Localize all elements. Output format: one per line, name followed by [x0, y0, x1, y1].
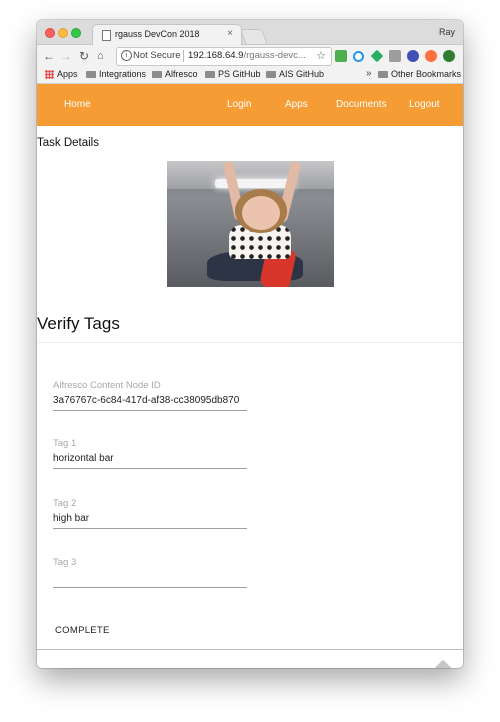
- section-divider: [37, 342, 463, 343]
- folder-icon: [266, 70, 276, 78]
- form-title: Verify Tags: [37, 314, 120, 333]
- field-underline: [53, 410, 247, 411]
- url-path: /rgauss-devc...: [243, 50, 306, 61]
- forward-arrow-icon[interactable]: →: [60, 49, 72, 63]
- profile-name[interactable]: Ray: [439, 27, 455, 37]
- bookmark-label: Alfresco: [165, 69, 198, 79]
- bookmark-label: Integrations: [99, 69, 147, 79]
- bookmark-alfresco[interactable]: Alfresco: [152, 69, 198, 79]
- extension-upload-icon[interactable]: [443, 50, 455, 62]
- browser-toolbar: ← → ↻ ⌂ i Not Secure 192.168.64.9/rgauss…: [37, 45, 463, 67]
- bookmark-star-icon[interactable]: ☆: [316, 49, 326, 62]
- folder-icon: [152, 70, 162, 78]
- field-underline: [53, 587, 247, 588]
- reload-icon[interactable]: ↻: [79, 49, 89, 63]
- web-page: Home Login Apps Documents Logout Task De…: [37, 84, 463, 668]
- folder-icon: [378, 70, 388, 78]
- field-label: Tag 3: [53, 557, 77, 568]
- field-label: Tag 2: [53, 498, 77, 509]
- home-icon[interactable]: ⌂: [97, 49, 104, 63]
- nav-apps[interactable]: Apps: [285, 99, 308, 110]
- field-value[interactable]: 3a76767c-6c84-417d-af38-cc38095db870: [53, 395, 239, 406]
- omnibox-divider: [183, 50, 184, 62]
- new-tab-button[interactable]: [240, 29, 268, 45]
- bookmark-ps-github[interactable]: PS GitHub: [205, 69, 261, 79]
- browser-tab[interactable]: rgauss DevCon 2018 ×: [92, 24, 242, 45]
- app-navbar: Home Login Apps Documents Logout: [37, 84, 463, 126]
- field-label: Alfresco Content Node ID: [53, 380, 161, 391]
- bookmark-ais-github[interactable]: AIS GitHub: [266, 69, 324, 79]
- extension-lock-icon[interactable]: [407, 50, 419, 62]
- page-icon: [102, 30, 111, 41]
- task-photo: [167, 161, 334, 287]
- bookmarks-bar: Apps Integrations Alfresco PS GitHub AIS…: [37, 67, 463, 84]
- minimize-window-button[interactable]: [58, 28, 68, 38]
- extension-new-icon[interactable]: [335, 50, 347, 62]
- bookmark-other[interactable]: Other Bookmarks: [378, 69, 461, 79]
- complete-button[interactable]: COMPLETE: [49, 621, 116, 640]
- extension-square-icon[interactable]: [389, 50, 401, 62]
- nav-home[interactable]: Home: [64, 99, 91, 110]
- bookmark-label: Other Bookmarks: [391, 69, 462, 79]
- extension-orange-icon[interactable]: [425, 50, 437, 62]
- bookmark-integrations[interactable]: Integrations: [86, 69, 146, 79]
- extension-diamond-icon[interactable]: [370, 49, 384, 63]
- nav-login[interactable]: Login: [227, 99, 251, 110]
- nav-documents[interactable]: Documents: [336, 99, 387, 110]
- task-details-heading: Task Details: [37, 137, 99, 149]
- tab-title: rgauss DevCon 2018: [115, 29, 200, 39]
- field-label: Tag 1: [53, 438, 77, 449]
- close-window-button[interactable]: [45, 28, 55, 38]
- maximize-window-button[interactable]: [71, 28, 81, 38]
- field-value[interactable]: horizontal bar: [53, 453, 114, 464]
- field-underline: [53, 468, 247, 469]
- field-underline: [53, 528, 247, 529]
- apps-grid-icon: [45, 69, 54, 79]
- bookmarks-overflow-icon[interactable]: »: [366, 68, 372, 79]
- footer-divider: [37, 649, 463, 650]
- info-icon[interactable]: i: [121, 50, 132, 61]
- security-status[interactable]: Not Secure: [133, 50, 181, 61]
- url-text[interactable]: 192.168.64.9/rgauss-devc...: [188, 50, 306, 61]
- bookmark-apps[interactable]: Apps: [45, 69, 78, 79]
- bookmark-label: PS GitHub: [218, 69, 261, 79]
- bookmark-label: AIS GitHub: [279, 69, 325, 79]
- extension-ring-icon[interactable]: [353, 51, 364, 62]
- folder-icon: [86, 70, 96, 78]
- bookmark-label: Apps: [57, 69, 78, 79]
- tab-close-icon[interactable]: ×: [227, 28, 233, 39]
- diamond-logo-icon: [434, 659, 452, 668]
- field-value[interactable]: high bar: [53, 513, 89, 524]
- tab-strip: rgauss DevCon 2018 × Ray: [37, 20, 463, 45]
- url-host: 192.168.64.9: [188, 50, 244, 61]
- browser-window: rgauss DevCon 2018 × Ray ← → ↻ ⌂ i Not S…: [37, 20, 463, 668]
- nav-logout[interactable]: Logout: [409, 99, 440, 110]
- folder-icon: [205, 70, 215, 78]
- back-arrow-icon[interactable]: ←: [43, 49, 55, 63]
- address-bar[interactable]: i Not Secure 192.168.64.9/rgauss-devc...…: [116, 47, 332, 66]
